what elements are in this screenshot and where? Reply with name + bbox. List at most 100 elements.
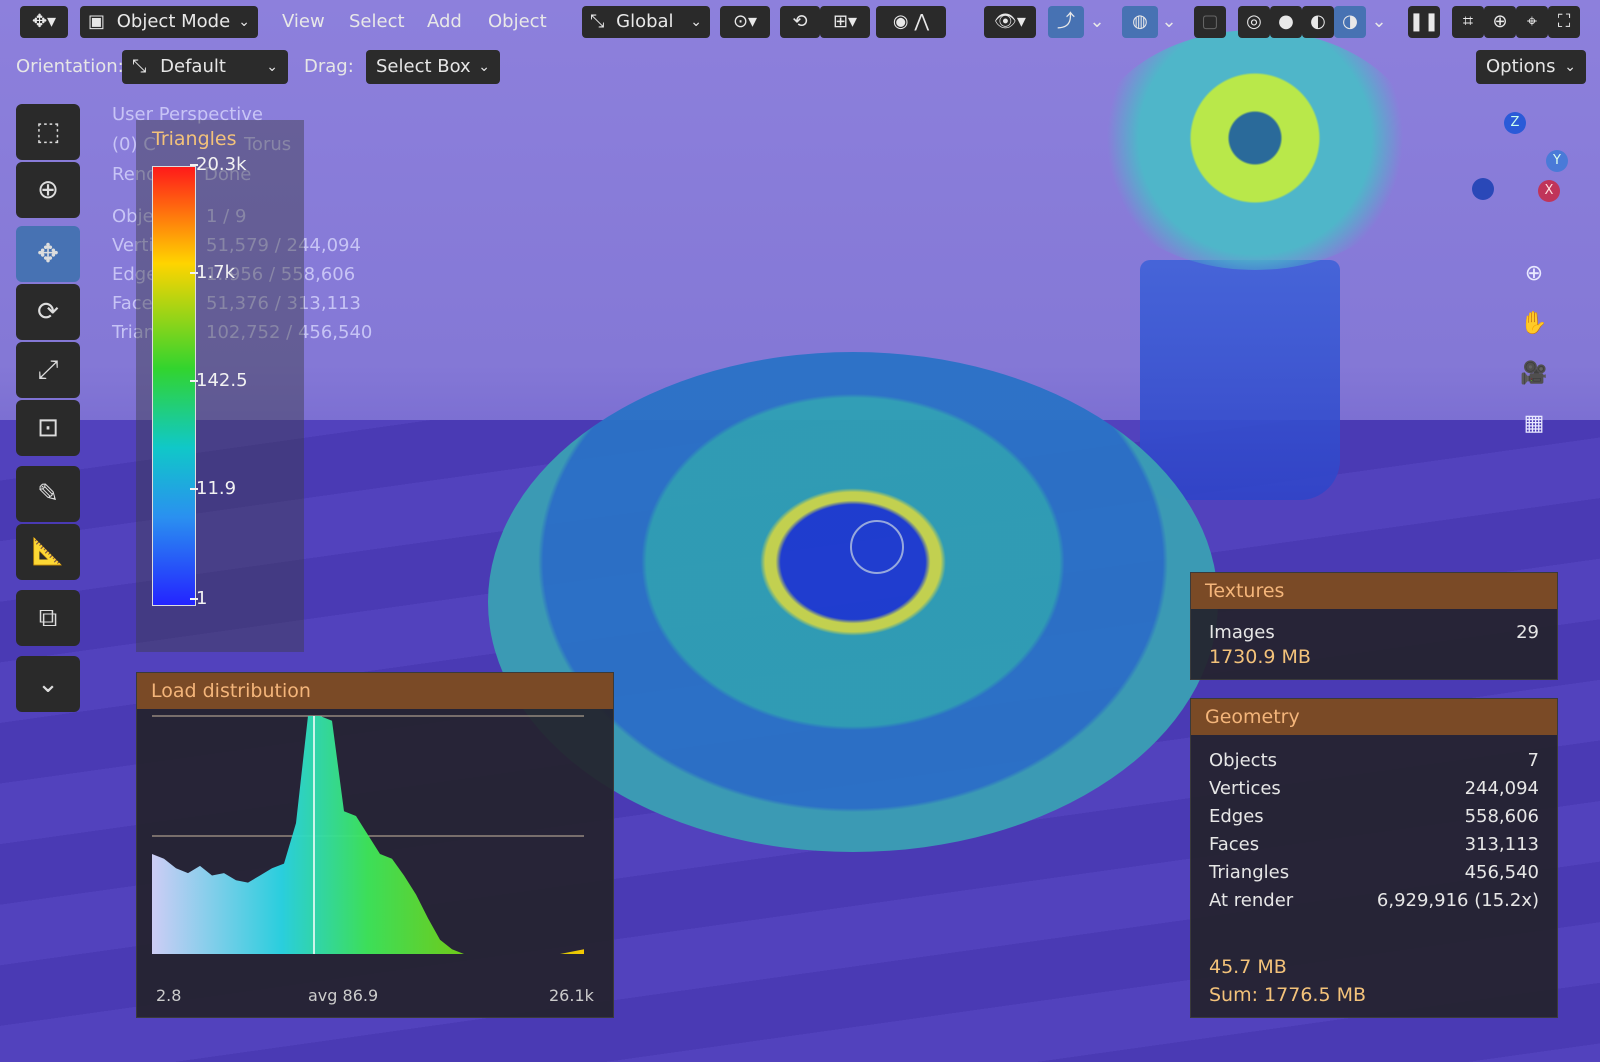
- geometry-row-value: 456,540: [1464, 862, 1539, 883]
- mode-label: Object Mode: [116, 11, 231, 32]
- legend-tick: 1: [189, 588, 208, 609]
- menu-object[interactable]: Object: [488, 6, 547, 38]
- orientation-axes-icon: ⤡: [590, 11, 605, 32]
- xray-toggle-icon[interactable]: ▢: [1194, 6, 1226, 38]
- transform-pivot-icon[interactable]: ⌖: [1516, 6, 1548, 38]
- orientation-label: Orientation:: [16, 56, 124, 77]
- geometry-row-value: 558,606: [1464, 806, 1539, 827]
- transform-orientation-label: Global: [616, 11, 674, 32]
- gizmo-toggle-icon[interactable]: ⤴: [1048, 6, 1084, 38]
- orientation-value: Default: [160, 56, 226, 77]
- gizmo-x-axis[interactable]: X: [1538, 180, 1560, 202]
- navigation-gizmo[interactable]: Z Y X: [1460, 108, 1580, 238]
- load-histogram: [152, 712, 584, 962]
- histogram-area: [152, 716, 584, 954]
- mode-selector[interactable]: ▣ Object Mode ⌄: [80, 6, 258, 38]
- chevron-down-icon[interactable]: ⌄: [1368, 6, 1390, 38]
- geometry-row-label: Edges: [1209, 806, 1264, 827]
- menu-add[interactable]: Add: [427, 6, 462, 38]
- chevron-down-icon: ⌄: [1564, 59, 1576, 75]
- legend-title: Triangles: [152, 128, 237, 150]
- images-label: Images: [1209, 622, 1275, 643]
- options-dropdown[interactable]: Options ⌄: [1476, 50, 1586, 84]
- menu-view[interactable]: View: [282, 6, 325, 38]
- overlays-toggle-icon[interactable]: ◍: [1122, 6, 1158, 38]
- menu-select[interactable]: Select: [349, 6, 405, 38]
- gizmo-y-axis[interactable]: Y: [1546, 150, 1568, 172]
- legend-tick: 11.9: [189, 478, 237, 499]
- geometry-memory: 45.7 MB: [1209, 956, 1287, 978]
- orientation-icon: ⤡: [132, 56, 147, 77]
- move-tool-icon[interactable]: ✥: [16, 226, 80, 282]
- legend-color-bar: [152, 166, 196, 606]
- geometry-row-value: 244,094: [1464, 778, 1539, 799]
- geometry-row-label: Faces: [1209, 834, 1260, 855]
- maximize-icon[interactable]: ⛶: [1548, 6, 1580, 38]
- options-label: Options: [1486, 56, 1556, 77]
- cursor-tool-icon[interactable]: ⊕: [16, 162, 80, 218]
- pan-hand-icon[interactable]: ✋: [1516, 306, 1552, 342]
- geometry-row-value: 7: [1527, 750, 1539, 771]
- measure-tool-icon[interactable]: 📐: [16, 524, 80, 580]
- geometry-row-label: At render: [1209, 890, 1294, 911]
- visibility-icon[interactable]: 👁▾: [984, 6, 1036, 38]
- chevron-down-icon[interactable]: ⌄: [1158, 6, 1180, 38]
- scale-tool-icon[interactable]: ⤢: [16, 342, 80, 398]
- chevron-down-icon: ⌄: [266, 59, 278, 75]
- orientation-dropdown[interactable]: ⤡ Default ⌄: [122, 50, 288, 84]
- textures-memory: 1730.9 MB: [1209, 646, 1311, 668]
- rotate-tool-icon[interactable]: ⟳: [16, 284, 80, 340]
- camera-view-icon[interactable]: 🎥: [1516, 356, 1552, 392]
- legend-tick: 142.5: [190, 370, 248, 391]
- hist-min-label: 2.8: [156, 986, 182, 1005]
- perspective-grid-icon[interactable]: ▦: [1516, 406, 1552, 442]
- drag-label: Drag:: [304, 56, 354, 77]
- textures-title: Textures: [1191, 573, 1557, 609]
- object-origin-circle: [850, 520, 904, 574]
- histogram-chart: [152, 715, 584, 954]
- geometry-row: Vertices 244,094: [1209, 775, 1539, 803]
- drag-dropdown[interactable]: Select Box ⌄: [366, 50, 500, 84]
- chevron-down-icon: ⌄: [478, 59, 490, 75]
- geometry-row-label: Triangles: [1209, 862, 1290, 883]
- geometry-row-label: Objects: [1209, 750, 1278, 771]
- transform-orientation-dropdown[interactable]: ⤡ Global ⌄: [582, 6, 710, 38]
- snap-cursor-icon[interactable]: ⊕: [1484, 6, 1516, 38]
- object-mode-icon: ▣: [88, 11, 106, 32]
- select-box-tool-icon[interactable]: ⬚: [16, 104, 80, 160]
- shading-material-icon[interactable]: ◐: [1302, 6, 1334, 38]
- gizmo-negative-axis[interactable]: [1472, 178, 1494, 200]
- snap-target-icon[interactable]: ⊞▾: [820, 6, 870, 38]
- chevron-down-icon: ⌄: [690, 14, 702, 30]
- shading-wireframe-icon[interactable]: ◎: [1238, 6, 1270, 38]
- editor-type-icon[interactable]: ✥▾: [20, 6, 68, 38]
- flower-vase: [1140, 260, 1340, 500]
- add-cube-tool-icon[interactable]: ⧉: [16, 590, 80, 646]
- zoom-icon[interactable]: ⊕: [1516, 256, 1552, 292]
- annotate-tool-icon[interactable]: ✎: [16, 466, 80, 522]
- geometry-sum: Sum: 1776.5 MB: [1209, 984, 1367, 1006]
- chevron-down-icon[interactable]: ⌄: [1086, 6, 1108, 38]
- pause-icon[interactable]: ❚❚: [1408, 6, 1440, 38]
- sunflower: [1090, 30, 1420, 270]
- shading-rendered-icon[interactable]: ◑: [1334, 6, 1366, 38]
- geometry-row-label: Vertices: [1209, 778, 1281, 799]
- gizmo-z-axis[interactable]: Z: [1504, 112, 1526, 134]
- extra-tool-icon[interactable]: ⌄: [16, 656, 80, 712]
- pivot-point-icon[interactable]: ⊙▾: [720, 6, 770, 38]
- drag-value: Select Box: [376, 56, 471, 77]
- proportional-edit-icon[interactable]: ◉ ⋀: [876, 6, 946, 38]
- load-distribution-title: Load distribution: [137, 673, 613, 709]
- legend-tick: 20.3k: [190, 154, 247, 175]
- shading-solid-icon[interactable]: ●: [1270, 6, 1302, 38]
- transform-tool-icon[interactable]: ⊡: [16, 400, 80, 456]
- geometry-row-value: 6,929,916 (15.2x): [1376, 890, 1539, 911]
- geometry-row: At render 6,929,916 (15.2x): [1209, 887, 1539, 915]
- geometry-row: Faces 313,113: [1209, 831, 1539, 859]
- geometry-row-value: 313,113: [1464, 834, 1539, 855]
- viewport-header: ✥▾ ▣ Object Mode ⌄ View Select Add Objec…: [0, 0, 1600, 44]
- grid-icon[interactable]: ⌗: [1452, 6, 1484, 38]
- hist-avg-label: avg 86.9: [308, 986, 379, 1005]
- geometry-row: Triangles 456,540: [1209, 859, 1539, 887]
- snap-icon[interactable]: ⟲: [780, 6, 820, 38]
